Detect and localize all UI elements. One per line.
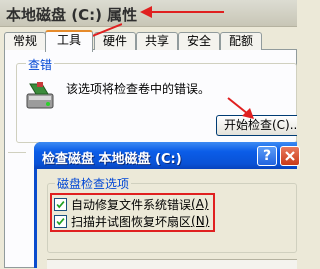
dialog-title: 检查磁盘 本地磁盘 (C:) <box>42 152 182 167</box>
help-button[interactable]: ? <box>257 146 277 166</box>
option-scan-bad-sectors[interactable]: 扫描并试图恢复坏扇区 (N) <box>54 213 209 229</box>
close-button[interactable] <box>280 146 300 166</box>
error-check-description: 该选项将检查卷中的错误。 <box>66 82 211 96</box>
error-check-group-label: 查错 <box>26 56 55 73</box>
option-shortcut: (N) <box>191 214 210 228</box>
close-icon <box>285 151 295 161</box>
option-label: 自动修复文件系统错误 <box>71 197 192 212</box>
red-arrow-annotation <box>140 6 224 18</box>
group-divider <box>8 152 26 165</box>
disk-check-icon <box>26 82 54 109</box>
checkbox-checked-icon[interactable] <box>54 214 67 228</box>
tab-general[interactable]: 常规 <box>4 32 46 50</box>
option-label: 扫描并试图恢复坏扇区 <box>71 214 192 229</box>
tab-quota[interactable]: 配额 <box>220 32 262 50</box>
check-disk-dialog: 检查磁盘 本地磁盘 (C:) ? 磁盘检查选项 自动修复文件系统错误 (A) 扫… <box>34 142 300 269</box>
dialog-titlebar: 检查磁盘 本地磁盘 (C:) ? <box>34 142 300 169</box>
red-arrow-annotation <box>227 97 254 119</box>
tab-tools[interactable]: 工具 <box>45 30 93 52</box>
tab-security[interactable]: 安全 <box>178 32 220 50</box>
check-options-group-label: 磁盘检查选项 <box>55 175 132 192</box>
tab-sharing[interactable]: 共享 <box>136 32 178 50</box>
option-shortcut: (A) <box>191 197 209 211</box>
option-auto-fix[interactable]: 自动修复文件系统错误 (A) <box>54 196 209 212</box>
dialog-body: 磁盘检查选项 自动修复文件系统错误 (A) 扫描并试图恢复坏扇区 (N) <box>37 169 297 269</box>
checkbox-checked-icon[interactable] <box>54 197 67 211</box>
